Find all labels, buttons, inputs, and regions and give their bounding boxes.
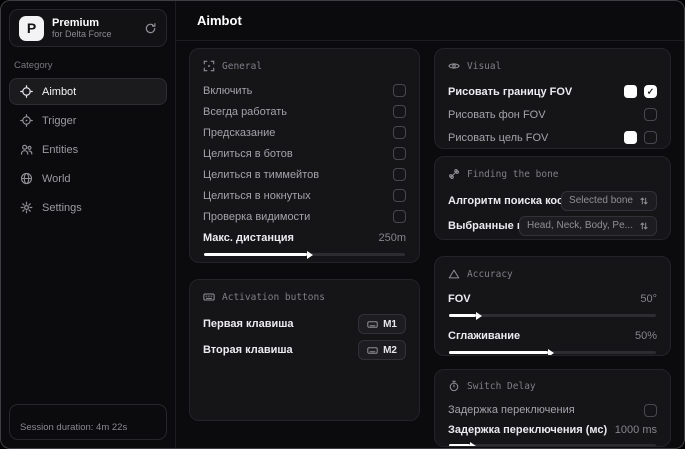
brand-subtitle: for Delta Force <box>52 29 112 40</box>
visual-card-header: Visual <box>448 60 657 72</box>
sidebar: P Premium for Delta Force Category Aimbo… <box>1 1 176 448</box>
triangle-icon <box>448 268 460 280</box>
sidebar-item-label: World <box>42 172 71 185</box>
general-card-header: General <box>203 60 406 72</box>
bone-card: Finding the bone Алгоритм поиска кост Se… <box>434 156 671 240</box>
main-area: Aimbot General Включить Всегда работать … <box>176 1 684 448</box>
stopwatch-icon <box>448 380 460 392</box>
switch-delay-card: Switch Delay Задержка переключения Задер… <box>434 369 671 447</box>
sort-arrows-icon <box>639 221 649 231</box>
sidebar-item-world[interactable]: World <box>9 165 167 192</box>
fov-target-color-swatch[interactable] <box>624 131 637 144</box>
activation-card-header: Activation buttons <box>203 291 406 303</box>
bone-icon <box>448 168 460 180</box>
sidebar-item-entities[interactable]: Entities <box>9 136 167 163</box>
users-icon <box>20 143 33 156</box>
setting-row: Целиться в ботов <box>203 143 406 164</box>
setting-row: Рисовать фон FOV <box>448 103 657 126</box>
select-row: Алгоритм поиска кост Selected bone <box>448 188 657 213</box>
setting-row: Включить <box>203 80 406 101</box>
draw-fov-background-checkbox[interactable] <box>644 108 657 121</box>
setting-row: Всегда работать <box>203 101 406 122</box>
crosshair-icon <box>20 85 33 98</box>
smoothing-value: 50% <box>634 329 657 342</box>
first-key-button[interactable]: M1 <box>358 314 406 334</box>
main-header: Aimbot <box>176 1 684 41</box>
eye-icon <box>448 60 460 72</box>
keyboard-icon <box>367 345 378 356</box>
selected-bones-select[interactable]: Head, Neck, Body, Pe... <box>519 215 657 236</box>
app-window: P Premium for Delta Force Category Aimbo… <box>0 0 685 449</box>
sidebar-item-label: Entities <box>42 143 79 156</box>
max-distance-value: 250m <box>378 231 406 244</box>
fov-border-color-swatch[interactable] <box>624 85 637 98</box>
max-distance-slider[interactable] <box>204 250 405 259</box>
slider-thumb[interactable] <box>469 441 476 446</box>
slider-label-row: FOV 50° <box>448 292 657 305</box>
select-row: Выбранные кос Head, Neck, Body, Pe... <box>448 213 657 238</box>
session-duration: Session duration: 4m 22s <box>20 422 128 433</box>
accuracy-card: Accuracy FOV 50° Сглаживание 50% <box>434 256 671 356</box>
setting-row: Целиться в нокнутых <box>203 185 406 206</box>
bone-search-algorithm-select[interactable]: Selected bone <box>561 190 657 211</box>
sidebar-item-aimbot[interactable]: Aimbot <box>9 78 167 105</box>
enable-checkbox[interactable] <box>393 84 406 97</box>
keybind-row: Вторая клавиша M2 <box>203 337 406 363</box>
smoothing-slider[interactable] <box>449 348 656 355</box>
accuracy-card-header: Accuracy <box>448 268 657 280</box>
setting-row: Рисовать цель FOV <box>448 126 657 148</box>
slider-thumb[interactable] <box>475 311 482 320</box>
page-title: Aimbot <box>197 13 242 28</box>
slider-thumb[interactable] <box>306 250 313 259</box>
visual-card: Visual Рисовать границу FOV Рисовать фон… <box>434 48 671 149</box>
session-card: Session duration: 4m 22s <box>9 404 167 440</box>
refresh-icon[interactable] <box>144 22 157 35</box>
setting-row: Проверка видимости <box>203 206 406 227</box>
trigger-icon <box>20 114 33 127</box>
sidebar-item-label: Settings <box>42 201 82 214</box>
sort-arrows-icon <box>639 196 649 206</box>
slider-label-row: Задержка переключения (мс) 1000 ms <box>448 423 657 436</box>
slider-thumb[interactable] <box>548 348 555 355</box>
draw-fov-border-checkbox[interactable] <box>644 85 657 98</box>
setting-row: Целиться в тиммейтов <box>203 164 406 185</box>
scan-icon <box>203 60 215 72</box>
slider-label-row: Макс. дистанция 250m <box>203 231 406 244</box>
visibility-check-checkbox[interactable] <box>393 210 406 223</box>
sidebar-item-label: Aimbot <box>42 85 77 98</box>
prediction-checkbox[interactable] <box>393 126 406 139</box>
brand-card: P Premium for Delta Force <box>9 9 167 47</box>
switch-delay-slider[interactable] <box>449 441 656 446</box>
app-logo: P <box>19 15 44 41</box>
aim-bots-checkbox[interactable] <box>393 147 406 160</box>
keyboard-icon <box>203 291 215 303</box>
setting-row: Предсказание <box>203 122 406 143</box>
general-card: General Включить Всегда работать Предска… <box>189 48 420 263</box>
brand-title: Premium <box>52 16 100 29</box>
fov-value: 50° <box>640 292 657 305</box>
sidebar-item-label: Trigger <box>42 114 77 127</box>
second-key-button[interactable]: M2 <box>358 340 406 360</box>
sidebar-nav: Aimbot Trigger Entities World Settings <box>9 78 167 223</box>
sidebar-item-trigger[interactable]: Trigger <box>9 107 167 134</box>
slider-label-row: Сглаживание 50% <box>448 329 657 342</box>
aim-teammates-checkbox[interactable] <box>393 168 406 181</box>
fov-slider[interactable] <box>449 311 656 320</box>
switch-delay-card-header: Switch Delay <box>448 380 657 392</box>
keybind-row: Первая клавиша M1 <box>203 311 406 337</box>
globe-icon <box>20 172 33 185</box>
activation-card: Activation buttons Первая клавиша M1 Вто… <box>189 279 420 421</box>
draw-fov-target-checkbox[interactable] <box>644 131 657 144</box>
setting-row: Задержка переключения <box>448 400 657 420</box>
category-label: Category <box>14 60 53 71</box>
always-work-checkbox[interactable] <box>393 105 406 118</box>
gear-icon <box>20 201 33 214</box>
switch-delay-checkbox[interactable] <box>644 403 657 417</box>
setting-row: Рисовать границу FOV <box>448 80 657 103</box>
sidebar-item-settings[interactable]: Settings <box>9 194 167 221</box>
bone-card-header: Finding the bone <box>448 168 657 180</box>
keyboard-icon <box>367 319 378 330</box>
switch-delay-value: 1000 ms <box>614 423 657 436</box>
aim-knocked-checkbox[interactable] <box>393 189 406 202</box>
